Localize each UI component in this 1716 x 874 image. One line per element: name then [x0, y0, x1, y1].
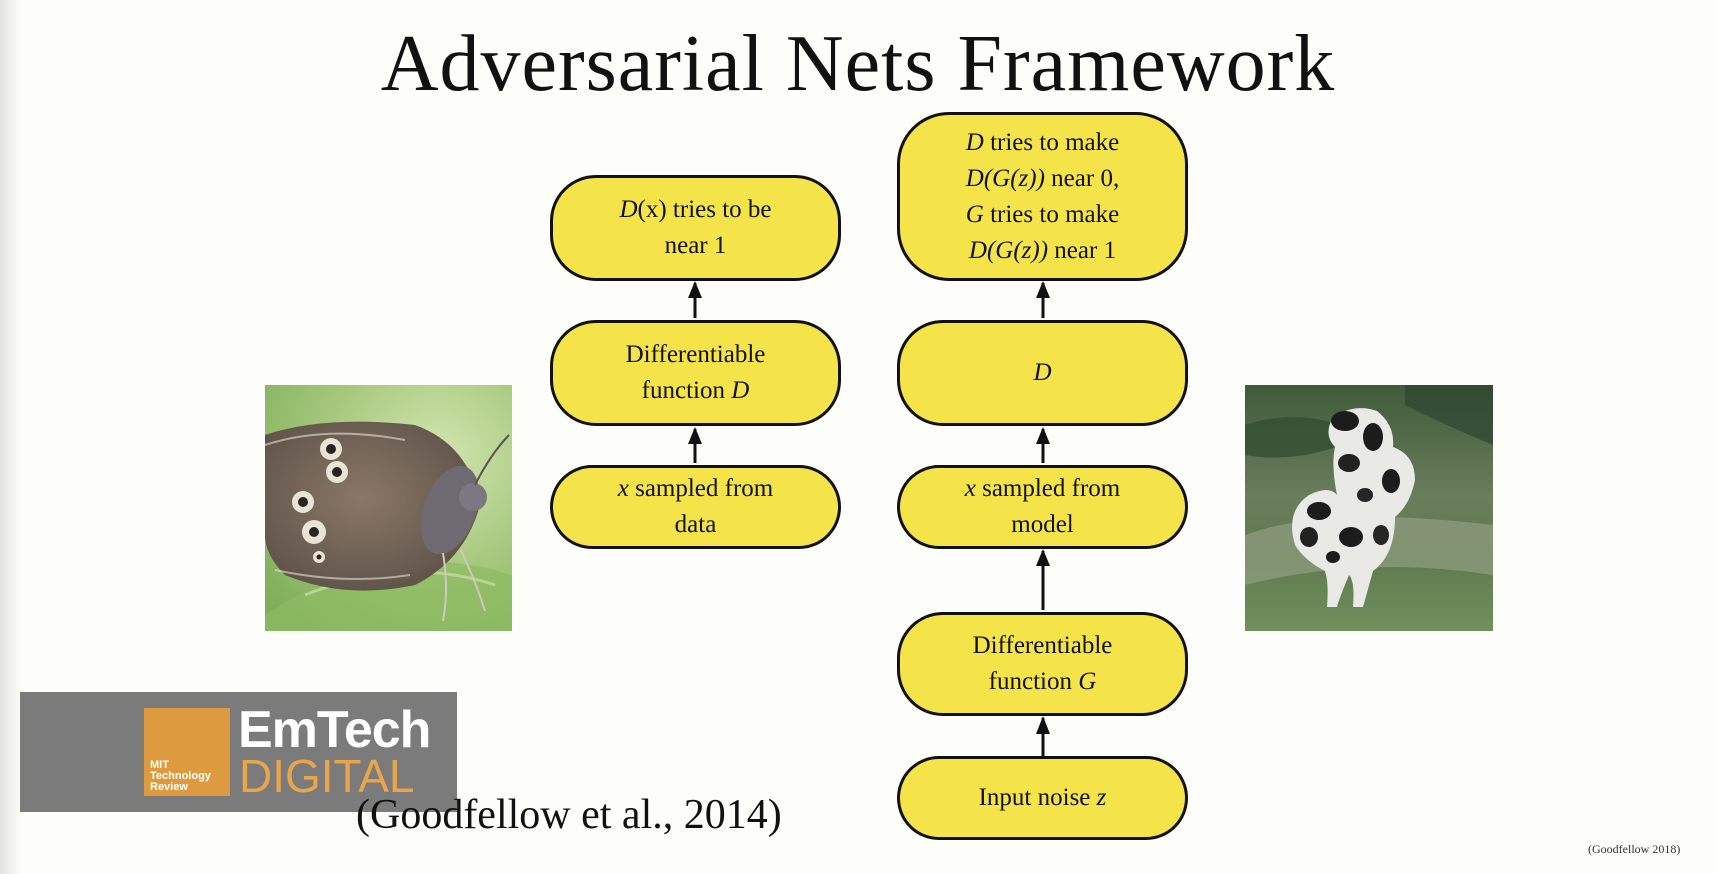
- fake-discriminator-node: D: [897, 320, 1188, 426]
- data-sample-line2: data: [674, 511, 717, 538]
- model-sample-line1: sampled from: [975, 475, 1121, 502]
- generated-dog-illustration: [1245, 385, 1493, 631]
- fake-goal-var1: D: [965, 128, 984, 156]
- fake-goal-var2: D(G(z)): [965, 164, 1045, 192]
- real-discriminator-line2: function: [641, 377, 732, 404]
- real-goal-var: D: [619, 196, 638, 223]
- arrowhead-generator-to-model-sample: [1036, 549, 1050, 566]
- real-discriminator-var: D: [731, 377, 750, 404]
- arrowhead-discriminator-to-goal: [688, 281, 702, 298]
- generator-line1: Differentiable: [972, 632, 1113, 659]
- real-goal-line2: near 1: [664, 232, 727, 259]
- slide: Adversarial Nets Framework D(x) tries to…: [0, 0, 1716, 874]
- arrowhead-noise-to-generator: [1036, 716, 1050, 734]
- model-sample-node: x sampled from model: [897, 465, 1188, 549]
- footer-citation: (Goodfellow 2018): [1588, 842, 1681, 856]
- data-sample-var: x: [617, 475, 629, 502]
- fake-goal-var4: D(G(z)): [968, 236, 1049, 264]
- fake-goal-line1: tries to make: [983, 128, 1120, 156]
- generator-node: Differentiable function G: [897, 612, 1188, 716]
- real-discriminator-node: Differentiable function D: [550, 320, 841, 426]
- mit-logo-line3: Review: [150, 781, 188, 793]
- arrowhead-model-sample-to-discriminator: [1036, 427, 1050, 444]
- generator-var: G: [1078, 668, 1097, 695]
- slide-title: Adversarial Nets Framework: [380, 20, 1336, 108]
- fake-goal-node: D tries to make D(G(z)) near 0, G tries …: [897, 112, 1188, 281]
- generator-line2: function: [988, 668, 1079, 695]
- input-noise-var: z: [1096, 784, 1107, 811]
- input-noise-text: Input noise: [978, 784, 1097, 811]
- arrowhead-data-to-discriminator: [688, 427, 702, 444]
- fake-goal-var3: G: [965, 200, 984, 228]
- generated-dog-photo: [1245, 385, 1493, 631]
- fake-goal-line4: near 1: [1048, 236, 1117, 264]
- real-goal-line1: (x) tries to be: [637, 196, 772, 223]
- fake-goal-line2: near 0,: [1044, 164, 1120, 192]
- fake-goal-line3: tries to make: [983, 200, 1120, 228]
- paper-citation: (Goodfellow et al., 2014): [356, 792, 782, 838]
- data-sample-line1: sampled from: [628, 475, 774, 502]
- mit-technology-review-logo: MIT Technology Review: [144, 708, 230, 796]
- real-discriminator-line1: Differentiable: [625, 341, 766, 368]
- left-edge-shadow: [0, 0, 22, 874]
- model-sample-var: x: [964, 475, 976, 502]
- arrowhead-discriminator-to-fake-goal: [1036, 281, 1050, 298]
- butterfly-illustration: [265, 385, 512, 631]
- real-goal-node: D(x) tries to be near 1: [550, 175, 841, 281]
- input-noise-node: Input noise z: [897, 756, 1188, 840]
- butterfly-photo: [265, 385, 512, 631]
- fake-discriminator-label: D: [1033, 359, 1052, 386]
- model-sample-line2: model: [1011, 511, 1074, 538]
- data-sample-node: x sampled from data: [550, 465, 841, 549]
